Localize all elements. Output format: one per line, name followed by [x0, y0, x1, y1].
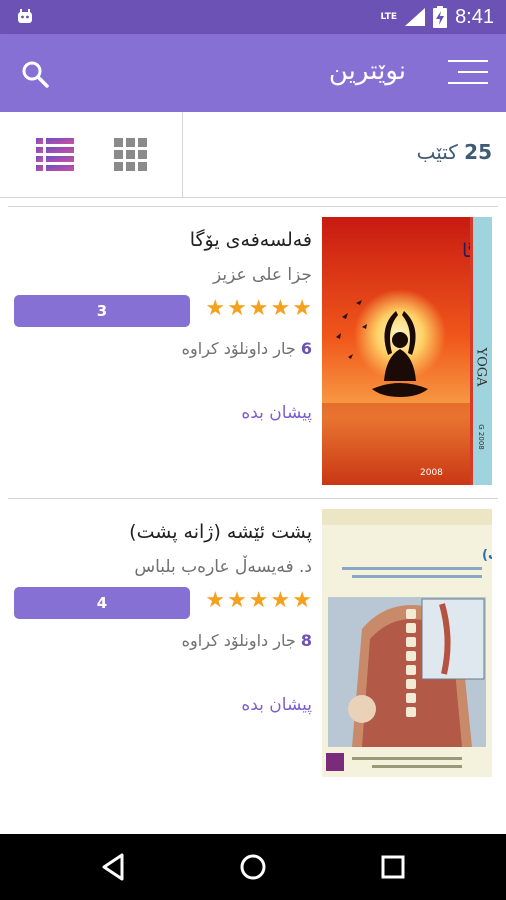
- page-title: نوێترین: [328, 56, 406, 86]
- cover-year: 2008: [420, 468, 443, 478]
- star-icon: ★: [227, 588, 247, 613]
- book-count-number: 25: [464, 140, 492, 164]
- book-author: د. فەیسەڵ عارەب بلباس: [134, 557, 312, 577]
- star-icon: ★: [292, 296, 312, 321]
- star-icon: ★: [205, 588, 226, 613]
- star-rating: ★ ★ ★ ★ ★: [205, 296, 312, 322]
- download-count-label: جار داونلۆد کراوە: [181, 631, 296, 650]
- star-icon: ★: [248, 588, 269, 613]
- cover-spine-bottom: G 2008: [477, 424, 485, 449]
- book-count-label: کتێب: [416, 140, 458, 164]
- book-list: فەلسەفەی یۆگا 2008 YOGA G 2008 فەلسەفەی …: [8, 206, 498, 790]
- system-nav-bar: [0, 834, 506, 900]
- download-count-number: 6: [300, 339, 312, 358]
- book-author: جزا علی عزیز: [213, 265, 312, 285]
- recents-icon[interactable]: [377, 851, 409, 883]
- signal-icon: [405, 8, 426, 26]
- star-icon: ★: [205, 296, 226, 321]
- book-list-item[interactable]: فەلسەفەی یۆگا 2008 YOGA G 2008 فەلسەفەی …: [8, 206, 498, 498]
- rating-badge[interactable]: 4: [14, 587, 190, 619]
- home-icon[interactable]: [237, 851, 269, 883]
- book-title[interactable]: فەلسەفەی یۆگا: [190, 229, 312, 251]
- android-notification-icon: [18, 9, 32, 23]
- network-type: LTE: [380, 12, 398, 22]
- filter-divider: [182, 112, 183, 198]
- book-list-item[interactable]: پشت ئێشە (ژانە پشت) پشت ئێشە (ژانە پشت) …: [8, 498, 498, 790]
- star-icon: ★: [270, 588, 291, 613]
- book-cover-back-pain[interactable]: پشت ئێشە (ژانە پشت): [322, 509, 492, 777]
- list-view-icon[interactable]: [36, 138, 74, 172]
- app-toolbar: نوێترین: [0, 34, 506, 112]
- back-icon[interactable]: [98, 851, 130, 883]
- star-rating: ★ ★ ★ ★ ★: [205, 588, 312, 614]
- status-bar: LTE 8:41: [0, 0, 506, 34]
- search-icon[interactable]: [20, 59, 50, 89]
- menu-icon[interactable]: [448, 60, 488, 88]
- download-count: 6 جار داونلۆد کراوە: [182, 339, 312, 358]
- rating-badge[interactable]: 3: [14, 295, 190, 327]
- download-count-number: 8: [300, 631, 312, 650]
- star-icon: ★: [270, 296, 291, 321]
- clock: 8:41: [455, 5, 494, 28]
- filter-bar: 25 کتێب: [0, 112, 506, 198]
- preview-link[interactable]: پیشان بدە: [241, 695, 312, 715]
- star-icon: ★: [248, 296, 269, 321]
- cover-spine: YOGA: [474, 346, 489, 387]
- star-icon: ★: [227, 296, 247, 321]
- download-count-label: جار داونلۆد کراوە: [181, 339, 296, 358]
- preview-link[interactable]: پیشان بدە: [241, 403, 312, 423]
- book-title[interactable]: پشت ئێشە (ژانە پشت): [129, 521, 312, 543]
- cover-title: پشت ئێشە (ژانە پشت): [482, 548, 492, 563]
- battery-icon: [433, 6, 448, 28]
- download-count: 8 جار داونلۆد کراوە: [182, 631, 312, 650]
- star-icon: ★: [292, 588, 312, 613]
- book-count: 25 کتێب: [417, 140, 492, 164]
- grid-view-icon[interactable]: [112, 138, 150, 172]
- book-cover-yoga[interactable]: فەلسەفەی یۆگا 2008 YOGA G 2008: [322, 217, 492, 485]
